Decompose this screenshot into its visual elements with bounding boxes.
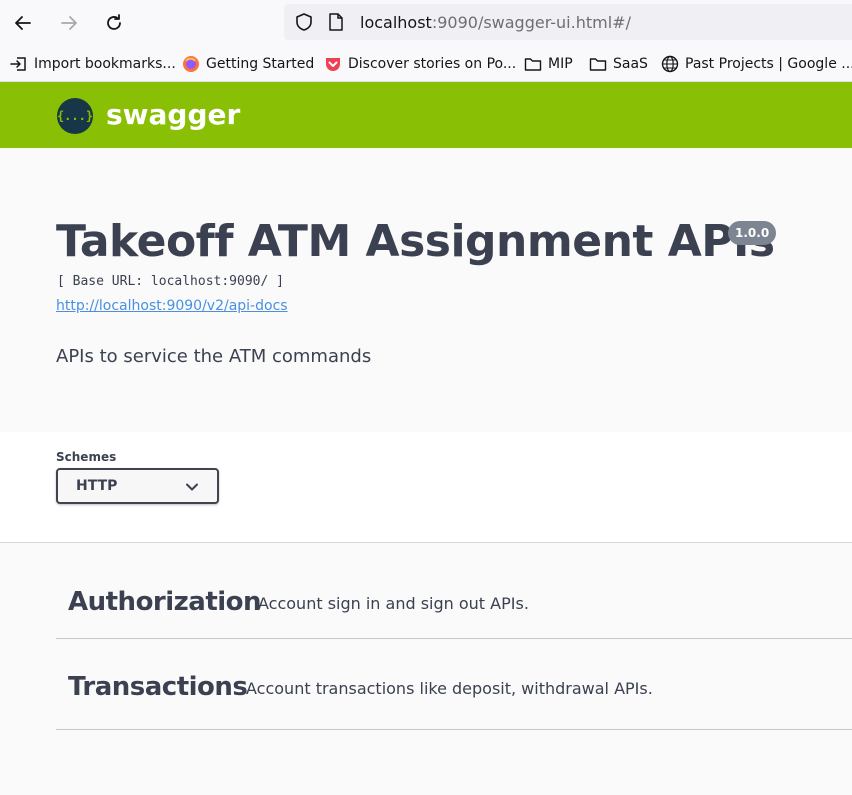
bookmark-pocket[interactable]: Discover stories on Po... bbox=[324, 53, 516, 75]
shield-icon[interactable] bbox=[294, 12, 314, 32]
folder-icon bbox=[524, 55, 542, 73]
globe-icon bbox=[661, 55, 679, 73]
bookmarks-bar: Import bookmarks... Getting Started Disc… bbox=[0, 46, 852, 82]
scheme-selected-value: HTTP bbox=[76, 478, 118, 494]
bookmark-label: MIP bbox=[548, 56, 573, 72]
api-docs-link[interactable]: http://localhost:9090/v2/api-docs bbox=[56, 298, 288, 314]
forward-button[interactable] bbox=[56, 10, 82, 36]
pocket-icon bbox=[324, 55, 342, 73]
schemes-label: Schemes bbox=[56, 450, 117, 464]
address-bar[interactable]: localhost:9090/swagger-ui.html#/ bbox=[284, 4, 852, 40]
import-icon bbox=[10, 55, 28, 73]
bookmark-label: Getting Started bbox=[206, 56, 315, 72]
firefox-icon bbox=[182, 55, 200, 73]
bookmark-folder-mip[interactable]: MIP bbox=[524, 53, 573, 75]
tag-description: Account sign in and sign out APIs. bbox=[258, 594, 529, 613]
browser-toolbar: localhost:9090/swagger-ui.html#/ bbox=[0, 0, 852, 46]
schemes-section: Schemes HTTP bbox=[0, 432, 852, 543]
api-description: APIs to service the ATM commands bbox=[56, 346, 372, 367]
swagger-logo-icon[interactable]: {...} bbox=[57, 98, 93, 134]
bookmark-folder-saas[interactable]: SaaS bbox=[589, 53, 648, 75]
folder-icon bbox=[589, 55, 607, 73]
swagger-topbar: {...} swagger bbox=[0, 82, 852, 148]
bookmark-label: Discover stories on Po... bbox=[348, 56, 517, 72]
tag-description: Account transactions like deposit, withd… bbox=[246, 679, 653, 698]
bookmark-import[interactable]: Import bookmarks... bbox=[10, 53, 176, 75]
back-button[interactable] bbox=[10, 10, 36, 36]
bookmark-label: Past Projects | Google ... bbox=[685, 56, 852, 72]
bookmark-getting-started[interactable]: Getting Started bbox=[182, 53, 314, 75]
bookmark-label: SaaS bbox=[613, 56, 648, 72]
tag-name: Authorization bbox=[68, 587, 262, 617]
reload-button[interactable] bbox=[101, 10, 127, 36]
url-path: :9090/swagger-ui.html#/ bbox=[431, 13, 631, 32]
url-text[interactable]: localhost:9090/swagger-ui.html#/ bbox=[360, 13, 631, 32]
reload-icon bbox=[107, 14, 121, 30]
chevron-down-icon bbox=[186, 483, 198, 491]
tag-name: Transactions bbox=[68, 672, 248, 702]
swagger-logo-text[interactable]: swagger bbox=[106, 98, 240, 131]
tag-transactions[interactable]: Transactions Account transactions like d… bbox=[56, 639, 852, 730]
api-info: Takeoff ATM Assignment APIs 1.0.0 [ Base… bbox=[0, 148, 852, 432]
api-title: Takeoff ATM Assignment APIs bbox=[56, 216, 775, 267]
base-url: [ Base URL: localhost:9090/ ] bbox=[57, 274, 284, 289]
bookmark-past-projects[interactable]: Past Projects | Google ... bbox=[661, 53, 852, 75]
url-host: localhost bbox=[360, 13, 432, 32]
arrow-right-icon bbox=[61, 16, 77, 30]
version-badge: 1.0.0 bbox=[728, 221, 777, 245]
page-icon[interactable] bbox=[328, 13, 344, 31]
bookmark-label: Import bookmarks... bbox=[34, 56, 176, 72]
tag-authorization[interactable]: Authorization Account sign in and sign o… bbox=[56, 543, 852, 639]
arrow-left-icon bbox=[15, 16, 31, 30]
scheme-select[interactable]: HTTP bbox=[56, 468, 219, 504]
